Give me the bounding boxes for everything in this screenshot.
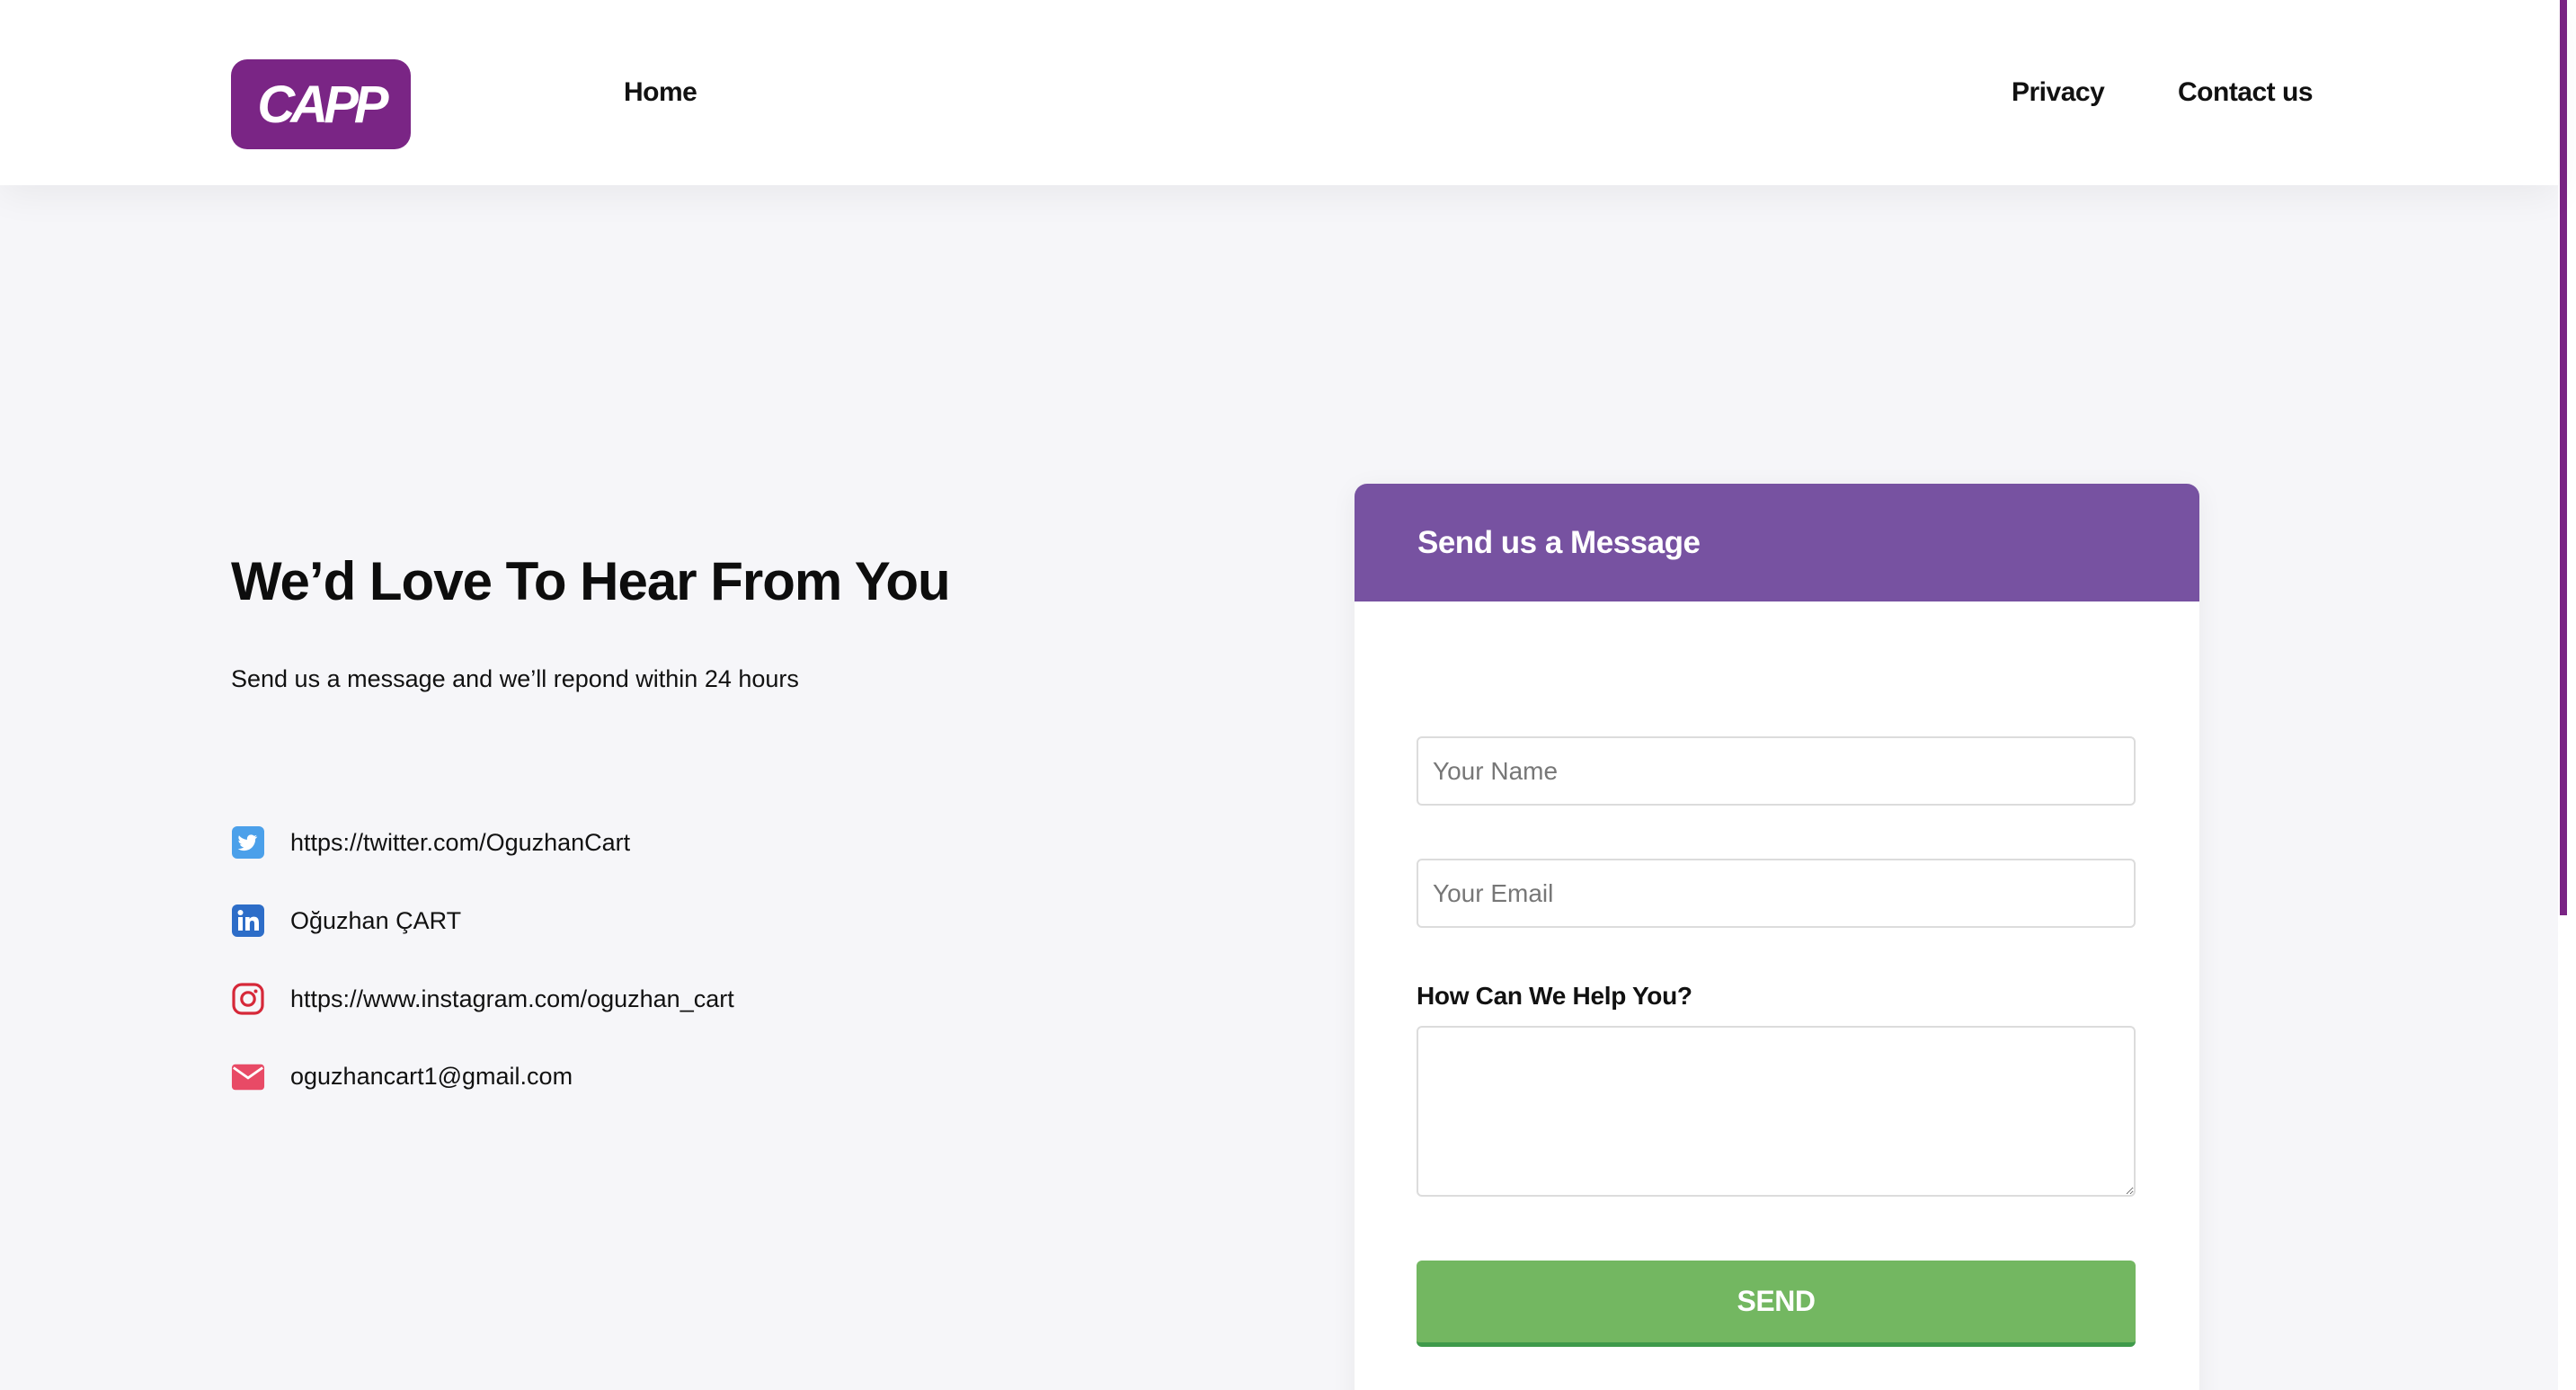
- logo[interactable]: CAPP: [231, 59, 411, 149]
- message-form-card: Send us a Message How Can We Help You? S…: [1355, 484, 2199, 1390]
- scrollbar-thumb[interactable]: [2560, 0, 2567, 915]
- twitter-icon: [231, 825, 265, 860]
- email-input[interactable]: [1417, 859, 2136, 928]
- contact-twitter[interactable]: https://twitter.com/OguzhanCart: [231, 825, 630, 860]
- linkedin-icon: [231, 904, 265, 938]
- linkedin-name-text[interactable]: Oğuzhan ÇART: [290, 907, 461, 935]
- name-input[interactable]: [1417, 736, 2136, 806]
- nav-contact-link[interactable]: Contact us: [2178, 77, 2314, 108]
- contact-linkedin[interactable]: Oğuzhan ÇART: [231, 904, 461, 938]
- contact-page: CAPP Home Privacy Contact us We’d Love T…: [0, 0, 2576, 1390]
- instagram-link-text[interactable]: https://www.instagram.com/oguzhan_cart: [290, 985, 734, 1013]
- site-header: CAPP Home Privacy Contact us: [0, 0, 2558, 185]
- message-textarea[interactable]: [1417, 1026, 2136, 1197]
- contact-instagram[interactable]: https://www.instagram.com/oguzhan_cart: [231, 982, 734, 1016]
- form-title: Send us a Message: [1417, 524, 1701, 560]
- mail-icon: [231, 1059, 265, 1093]
- help-label: How Can We Help You?: [1417, 982, 1692, 1010]
- email-text[interactable]: oguzhancart1@gmail.com: [290, 1063, 573, 1091]
- nav-home-link[interactable]: Home: [624, 77, 697, 108]
- twitter-link-text[interactable]: https://twitter.com/OguzhanCart: [290, 829, 630, 857]
- page-heading: We’d Love To Hear From You: [231, 551, 951, 611]
- logo-text: CAPP: [257, 75, 388, 134]
- scrollbar[interactable]: [2558, 0, 2576, 1390]
- nav-privacy-link[interactable]: Privacy: [2012, 77, 2105, 108]
- instagram-icon: [231, 982, 265, 1016]
- contact-email[interactable]: oguzhancart1@gmail.com: [231, 1059, 573, 1093]
- send-button[interactable]: SEND: [1417, 1261, 2136, 1347]
- card-header: Send us a Message: [1355, 484, 2199, 601]
- page-subtext: Send us a message and we’ll repond withi…: [231, 665, 799, 692]
